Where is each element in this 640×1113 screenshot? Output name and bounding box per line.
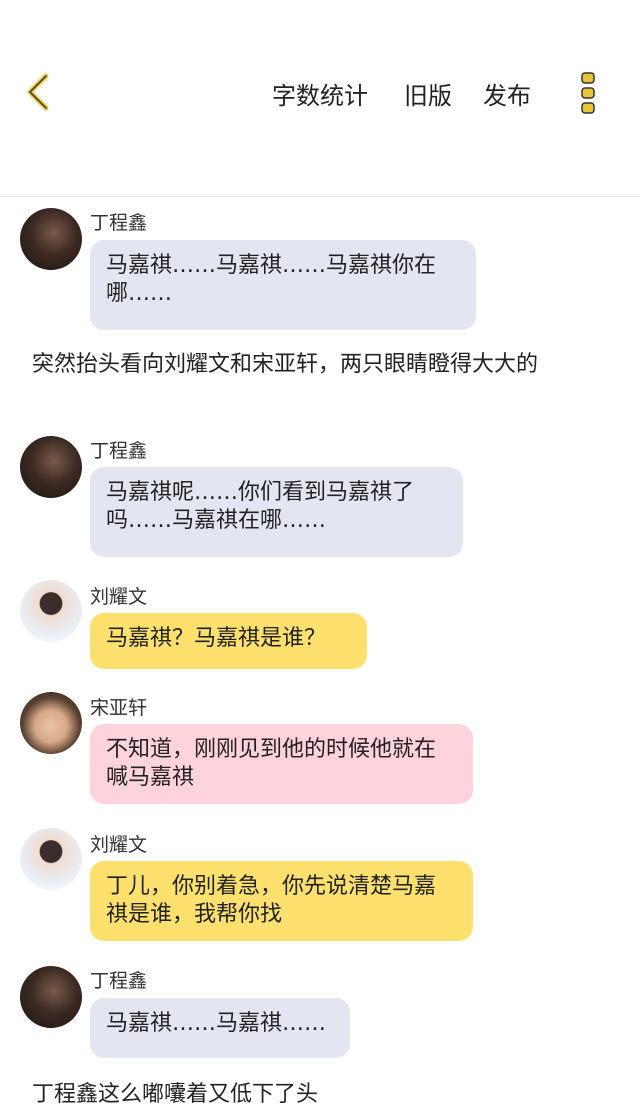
word-count-button[interactable]: 字数统计 — [272, 76, 368, 111]
narration-text: 突然抬头看向刘耀文和宋亚轩，两只眼睛瞪得大大的 — [32, 352, 539, 377]
message-bubble: 马嘉祺呢……你们看到马嘉祺了吗……马嘉祺在哪…… — [90, 467, 463, 557]
sender-name: 丁程鑫 — [90, 212, 148, 234]
publish-button[interactable]: 发布 — [483, 76, 531, 111]
top-bar: 字数统计 旧版 发布 — [0, 0, 640, 197]
sender-name: 丁程鑫 — [90, 440, 148, 462]
sender-name: 丁程鑫 — [90, 970, 148, 992]
avatar[interactable] — [20, 692, 82, 754]
message-bubble: 马嘉祺？马嘉祺是谁？ — [90, 613, 367, 669]
avatar[interactable] — [20, 208, 82, 270]
avatar[interactable] — [20, 436, 82, 498]
avatar[interactable] — [20, 580, 82, 642]
message-bubble: 马嘉祺……马嘉祺……马嘉祺你在哪…… — [90, 240, 476, 330]
more-button[interactable] — [574, 70, 602, 116]
avatar[interactable] — [20, 966, 82, 1028]
message-bubble: 马嘉祺……马嘉祺…… — [90, 998, 350, 1058]
message-bubble: 不知道，刚刚见到他的时候他就在喊马嘉祺 — [90, 724, 473, 804]
message-bubble: 丁儿，你别着急，你先说清楚马嘉祺是谁，我帮你找 — [90, 861, 473, 941]
back-button[interactable] — [22, 70, 58, 114]
sender-name: 宋亚轩 — [90, 697, 148, 719]
sender-name: 刘耀文 — [90, 834, 148, 856]
chevron-left-icon — [27, 73, 49, 111]
narration-text: 丁程鑫这么嘟囔着又低下了头 — [32, 1082, 319, 1107]
vertical-dots-icon — [581, 72, 595, 114]
avatar[interactable] — [20, 828, 82, 890]
old-version-button[interactable]: 旧版 — [404, 76, 452, 111]
sender-name: 刘耀文 — [90, 586, 148, 608]
